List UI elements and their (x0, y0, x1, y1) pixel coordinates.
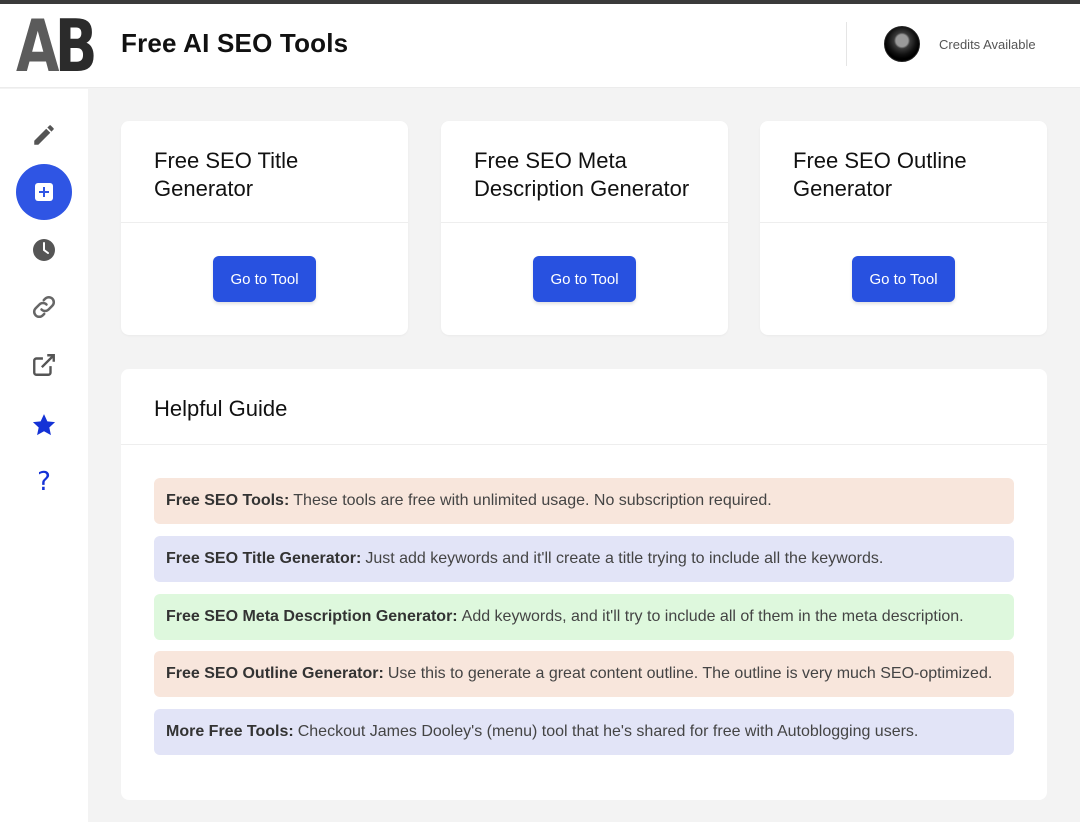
go-to-tool-button[interactable]: Go to Tool (533, 256, 636, 302)
sidebar-item-history[interactable] (16, 222, 72, 278)
card-title-line: Generator (793, 176, 893, 201)
question-icon: ? (37, 467, 51, 497)
guide-note: More Free Tools: Checkout James Dooley's… (154, 709, 1014, 755)
card-title: Free SEO Outline Generator (793, 147, 967, 203)
helpful-guide-card: Helpful Guide Free SEO Tools: These tool… (121, 369, 1047, 800)
card-title-line: Free SEO Meta (474, 148, 627, 173)
sidebar-item-help[interactable]: ? (16, 454, 72, 510)
go-to-tool-button[interactable]: Go to Tool (852, 256, 955, 302)
tool-card-meta-generator: Free SEO Meta Description Generator Go t… (441, 121, 728, 335)
card-title-line: Free SEO Outline (793, 148, 967, 173)
note-label: Free SEO Meta Description Generator: (166, 608, 458, 625)
card-title-line: Free SEO Title (154, 148, 299, 173)
link-icon (32, 295, 56, 319)
guide-divider (121, 444, 1047, 445)
guide-note: Free SEO Meta Description Generator: Add… (154, 594, 1014, 640)
note-label: More Free Tools: (166, 723, 294, 740)
note-text: These tools are free with unlimited usag… (293, 492, 772, 509)
note-label: Free SEO Tools: (166, 492, 290, 509)
card-divider (760, 222, 1047, 223)
pencil-icon (34, 125, 54, 145)
card-divider (121, 222, 408, 223)
note-text: Just add keywords and it'll create a tit… (365, 550, 884, 567)
note-text: Checkout James Dooley's (menu) tool that… (297, 723, 919, 740)
tool-card-outline-generator: Free SEO Outline Generator Go to Tool (760, 121, 1047, 335)
card-title: Free SEO Title Generator (154, 147, 298, 203)
note-text: Add keywords, and it'll try to include a… (461, 608, 964, 625)
logo-letter-a: A (16, 4, 59, 88)
guide-title: Helpful Guide (154, 396, 288, 421)
note-label: Free SEO Title Generator: (166, 550, 362, 567)
logo[interactable]: AB (16, 10, 98, 82)
sidebar-item-new[interactable] (16, 164, 72, 220)
page-title: Free AI SEO Tools (121, 28, 349, 58)
go-to-tool-button[interactable]: Go to Tool (213, 256, 316, 302)
avatar[interactable] (884, 26, 920, 62)
sidebar-item-links[interactable] (16, 279, 72, 335)
sidebar-item-edit[interactable] (16, 107, 72, 163)
guide-note: Free SEO Outline Generator: Use this to … (154, 651, 1014, 697)
plus-square-icon (35, 183, 53, 201)
note-label: Free SEO Outline Generator: (166, 665, 384, 682)
guide-note: Free SEO Tools: These tools are free wit… (154, 478, 1014, 524)
star-icon (32, 414, 56, 436)
sidebar-item-favorites[interactable] (16, 397, 72, 453)
clock-icon (33, 239, 55, 261)
sidebar: ? (0, 89, 88, 822)
card-title-line: Description Generator (474, 176, 690, 201)
tool-card-title-generator: Free SEO Title Generator Go to Tool (121, 121, 408, 335)
header: AB Free AI SEO Tools Credits Available (0, 4, 1080, 88)
card-divider (441, 222, 728, 223)
logo-letter-b: B (54, 4, 98, 88)
header-divider (846, 22, 847, 66)
sidebar-item-external[interactable] (16, 337, 72, 393)
card-title-line: Generator (154, 176, 254, 201)
card-title: Free SEO Meta Description Generator (474, 147, 689, 203)
note-text: Use this to generate a great content out… (387, 665, 993, 682)
credits-label[interactable]: Credits Available (939, 37, 1036, 52)
guide-note: Free SEO Title Generator: Just add keywo… (154, 536, 1014, 582)
external-link-icon (33, 354, 55, 376)
